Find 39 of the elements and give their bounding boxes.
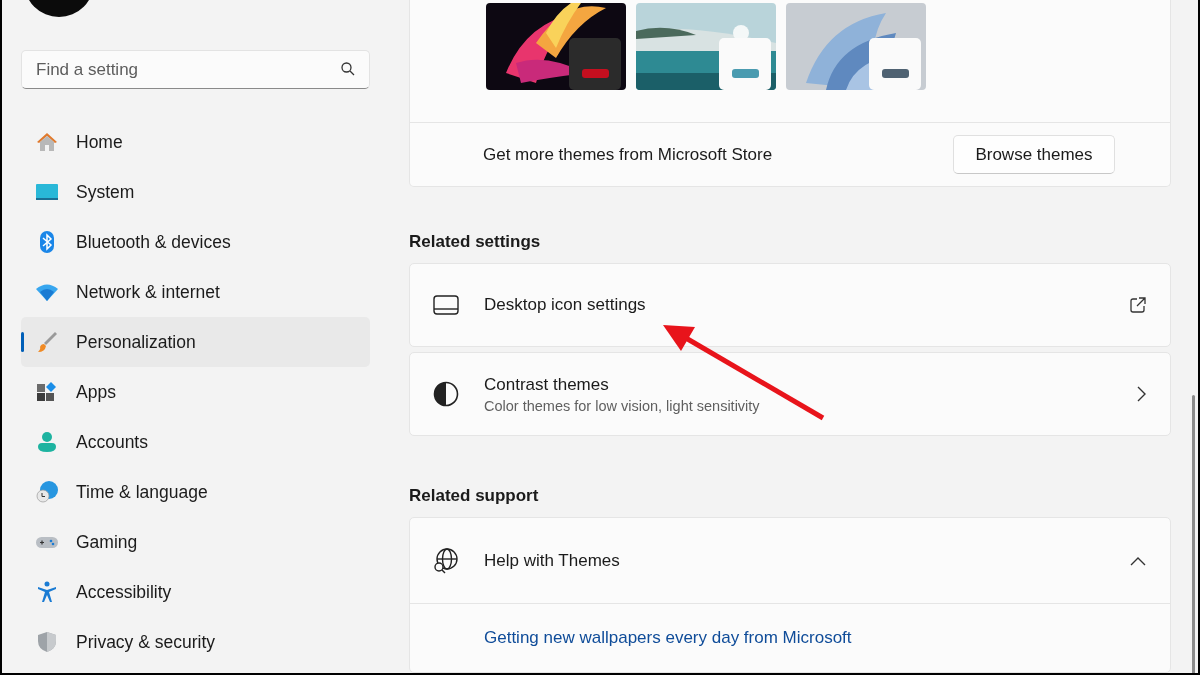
nav-item[interactable]: Accessibility [21, 567, 370, 617]
row-title: Help with Themes [484, 550, 621, 571]
nav-item[interactable]: Privacy & security [21, 617, 370, 667]
person-icon [35, 430, 59, 454]
row-title: Desktop icon settings [484, 295, 647, 315]
store-text: Get more themes from Microsoft Store [483, 144, 773, 165]
help-header[interactable]: Help with Themes [410, 518, 1170, 604]
nav-item[interactable]: Accounts [21, 417, 370, 467]
row-title: Contrast themes [484, 374, 610, 395]
chevron-right-icon [1136, 386, 1146, 402]
settings-row[interactable]: Contrast themes Color themes for low vision, light sensitivity [409, 352, 1171, 436]
brush-icon [35, 330, 59, 354]
nav-item[interactable]: Personalization [21, 317, 370, 367]
section-heading: Related settings [409, 231, 542, 253]
globe-search-icon [432, 546, 460, 575]
globe-clock-icon [35, 480, 59, 504]
nav-item[interactable]: Bluetooth & devices [21, 217, 370, 267]
nav-item[interactable]: Apps [21, 367, 370, 417]
monitor-icon [432, 295, 460, 315]
row-subtitle: Color themes for low vision, light sensitivity [484, 397, 761, 414]
external-link-icon [1130, 297, 1146, 313]
help-link[interactable]: Getting new wallpapers every day from Microsoft [484, 628, 852, 648]
search-field[interactable]: Find a setting [21, 50, 370, 89]
scrollbar[interactable] [1192, 395, 1195, 673]
nav-item[interactable]: System [21, 167, 370, 217]
accessibility-icon [35, 580, 59, 604]
apps-icon [35, 380, 59, 404]
contrast-icon [432, 381, 460, 407]
browse-themes-button[interactable]: Browse themes [953, 135, 1115, 174]
search-icon [341, 62, 355, 76]
nav-item[interactable]: Gaming [21, 517, 370, 567]
shield-icon [35, 630, 59, 654]
nav-item[interactable]: Home [21, 117, 370, 167]
chevron-up-icon [1130, 555, 1146, 566]
section-heading: Related support [409, 485, 540, 507]
nav-item[interactable]: Network & internet [21, 267, 370, 317]
nav-item[interactable]: Time & language [21, 467, 370, 517]
home-icon [35, 130, 59, 154]
settings-row[interactable]: Desktop icon settings [409, 263, 1171, 347]
